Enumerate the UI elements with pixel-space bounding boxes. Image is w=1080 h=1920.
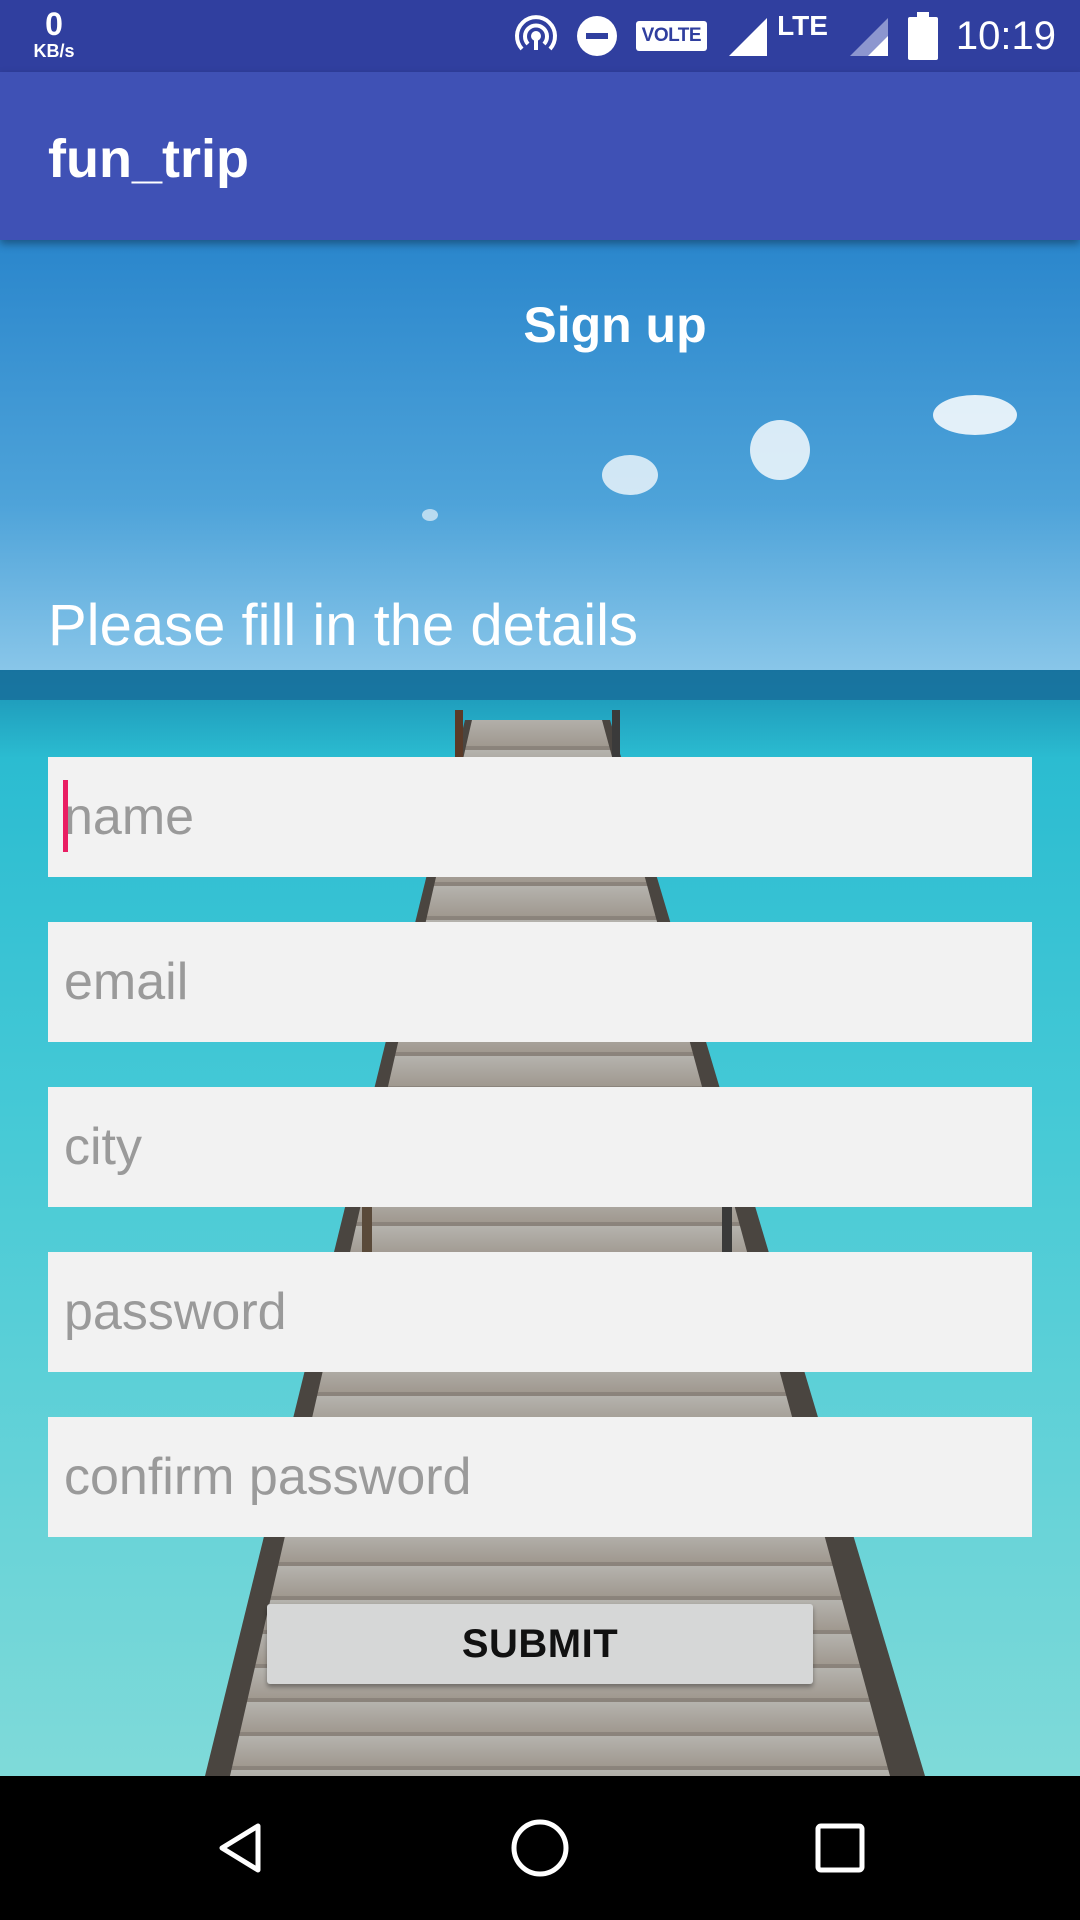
instructions-text: Please fill in the details xyxy=(48,593,638,658)
battery-icon xyxy=(907,12,938,60)
recents-button[interactable] xyxy=(792,1800,888,1896)
screen: 0 KB/s VOLTE LTE 10:19 fun_trip Sign up … xyxy=(0,0,1080,1920)
home-button[interactable] xyxy=(492,1800,588,1896)
network-speed-value: 0 xyxy=(45,6,63,42)
network-speed: 0 KB/s xyxy=(24,8,84,60)
status-bar: 0 KB/s VOLTE LTE 10:19 xyxy=(0,0,1080,72)
text-cursor xyxy=(63,780,68,852)
back-button[interactable] xyxy=(192,1800,288,1896)
signup-heading: Sign up xyxy=(523,297,707,353)
lte-label: LTE xyxy=(777,10,828,41)
status-icons: VOLTE LTE 10:19 xyxy=(496,0,1056,72)
app-title: fun_trip xyxy=(48,129,249,189)
city-field[interactable] xyxy=(48,1087,1032,1207)
password-field[interactable] xyxy=(48,1252,1032,1372)
network-speed-unit: KB/s xyxy=(33,41,75,61)
navigation-bar xyxy=(0,1776,1080,1920)
do-not-disturb-icon xyxy=(576,16,617,56)
lte-r-signal-icon xyxy=(849,18,888,56)
signal-r-icon xyxy=(729,18,768,56)
email-field[interactable] xyxy=(48,922,1032,1042)
recents-icon xyxy=(815,1823,865,1873)
home-icon xyxy=(511,1819,569,1877)
hotspot-icon xyxy=(514,15,557,51)
back-icon xyxy=(219,1823,261,1873)
confirm-password-field[interactable] xyxy=(48,1417,1032,1537)
app-bar: fun_trip xyxy=(0,72,1080,240)
signup-form: Sign up Please fill in the details SUBMI… xyxy=(0,240,1080,1776)
name-field[interactable] xyxy=(48,757,1032,877)
submit-button[interactable]: SUBMIT xyxy=(267,1604,813,1684)
clock: 10:19 xyxy=(955,13,1056,58)
volte-badge: VOLTE xyxy=(635,21,708,51)
